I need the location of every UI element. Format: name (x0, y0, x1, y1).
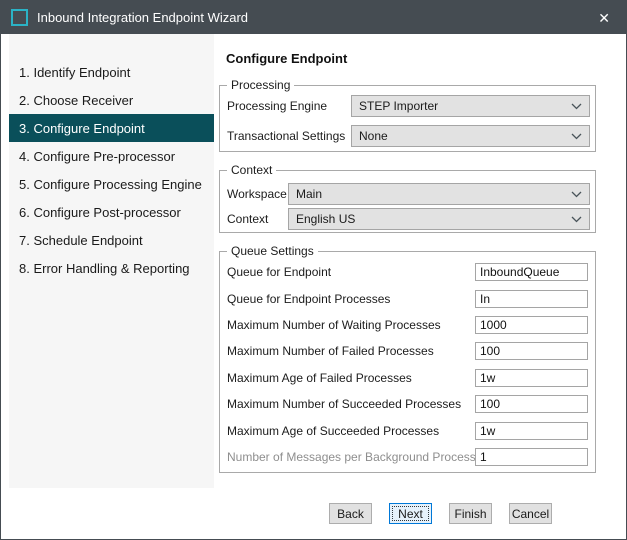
step-label: 6. Configure Post-processor (19, 205, 181, 220)
step-label: 5. Configure Processing Engine (19, 177, 202, 192)
chevron-down-icon (571, 216, 582, 223)
max-failed-processes-input[interactable] (475, 342, 588, 360)
dropdown-value: STEP Importer (359, 99, 438, 113)
queue-for-endpoint-label: Queue for Endpoint (227, 263, 331, 281)
max-succeeded-processes-label: Maximum Number of Succeeded Processes (227, 395, 461, 413)
chevron-down-icon (571, 103, 582, 110)
sidebar-item-choose-receiver[interactable]: 2. Choose Receiver (9, 86, 214, 114)
page-title: Configure Endpoint (226, 51, 347, 66)
chevron-down-icon (571, 133, 582, 140)
queue-settings-group-legend: Queue Settings (227, 244, 318, 259)
context-group-legend: Context (227, 163, 276, 178)
dropdown-value: None (359, 129, 388, 143)
step-label: 8. Error Handling & Reporting (19, 261, 190, 276)
title-bar[interactable]: Inbound Integration Endpoint Wizard ✕ (1, 1, 626, 34)
cancel-button[interactable]: Cancel (509, 503, 552, 524)
processing-engine-dropdown[interactable]: STEP Importer (351, 95, 590, 117)
back-button[interactable]: Back (329, 503, 372, 524)
sidebar-item-configure-post-processor[interactable]: 6. Configure Post-processor (9, 198, 214, 226)
workspace-dropdown[interactable]: Main (288, 183, 590, 205)
max-waiting-processes-input[interactable] (475, 316, 588, 334)
step-label: 4. Configure Pre-processor (19, 149, 175, 164)
close-icon[interactable]: ✕ (594, 9, 614, 27)
queue-settings-group: Queue Settings Queue for Endpoint Queue … (219, 251, 596, 473)
dropdown-value: English US (296, 212, 355, 226)
context-dropdown[interactable]: English US (288, 208, 590, 230)
transactional-settings-dropdown[interactable]: None (351, 125, 590, 147)
wizard-steps-sidebar: 1. Identify Endpoint 2. Choose Receiver … (9, 34, 214, 488)
wizard-dialog: Inbound Integration Endpoint Wizard ✕ 1.… (0, 0, 627, 540)
sidebar-item-configure-pre-processor[interactable]: 4. Configure Pre-processor (9, 142, 214, 170)
processing-group-legend: Processing (227, 78, 294, 93)
transactional-settings-label: Transactional Settings (227, 125, 345, 147)
window-title: Inbound Integration Endpoint Wizard (37, 10, 248, 25)
step-label: 2. Choose Receiver (19, 93, 133, 108)
workspace-label: Workspace (227, 183, 287, 205)
step-label: 7. Schedule Endpoint (19, 233, 143, 248)
queue-for-endpoint-input[interactable] (475, 263, 588, 281)
max-waiting-processes-label: Maximum Number of Waiting Processes (227, 316, 441, 334)
wizard-button-row: Back Next Finish Cancel (329, 503, 552, 524)
sidebar-item-identify-endpoint[interactable]: 1. Identify Endpoint (9, 58, 214, 86)
max-age-succeeded-processes-input[interactable] (475, 422, 588, 440)
queue-for-endpoint-processes-label: Queue for Endpoint Processes (227, 290, 390, 308)
dropdown-value: Main (296, 187, 322, 201)
step-label: 1. Identify Endpoint (19, 65, 130, 80)
sidebar-item-configure-endpoint[interactable]: 3. Configure Endpoint (9, 114, 214, 142)
sidebar-item-configure-processing-engine[interactable]: 5. Configure Processing Engine (9, 170, 214, 198)
app-logo-icon (11, 9, 28, 26)
next-button[interactable]: Next (389, 503, 432, 524)
processing-group: Processing Processing Engine STEP Import… (219, 85, 596, 152)
chevron-down-icon (571, 191, 582, 198)
sidebar-item-error-handling[interactable]: 8. Error Handling & Reporting (9, 254, 214, 282)
processing-engine-label: Processing Engine (227, 95, 327, 117)
sidebar-item-schedule-endpoint[interactable]: 7. Schedule Endpoint (9, 226, 214, 254)
context-label: Context (227, 208, 268, 230)
max-age-succeeded-processes-label: Maximum Age of Succeeded Processes (227, 422, 439, 440)
max-failed-processes-label: Maximum Number of Failed Processes (227, 342, 434, 360)
max-succeeded-processes-input[interactable] (475, 395, 588, 413)
finish-button[interactable]: Finish (449, 503, 492, 524)
max-age-failed-processes-label: Maximum Age of Failed Processes (227, 369, 412, 387)
messages-per-background-process-label: Number of Messages per Background Proces… (227, 448, 476, 466)
step-label: 3. Configure Endpoint (19, 121, 145, 136)
max-age-failed-processes-input[interactable] (475, 369, 588, 387)
messages-per-background-process-input[interactable] (475, 448, 588, 466)
context-group: Context Workspace Main Context English U… (219, 170, 596, 233)
queue-for-endpoint-processes-input[interactable] (475, 290, 588, 308)
